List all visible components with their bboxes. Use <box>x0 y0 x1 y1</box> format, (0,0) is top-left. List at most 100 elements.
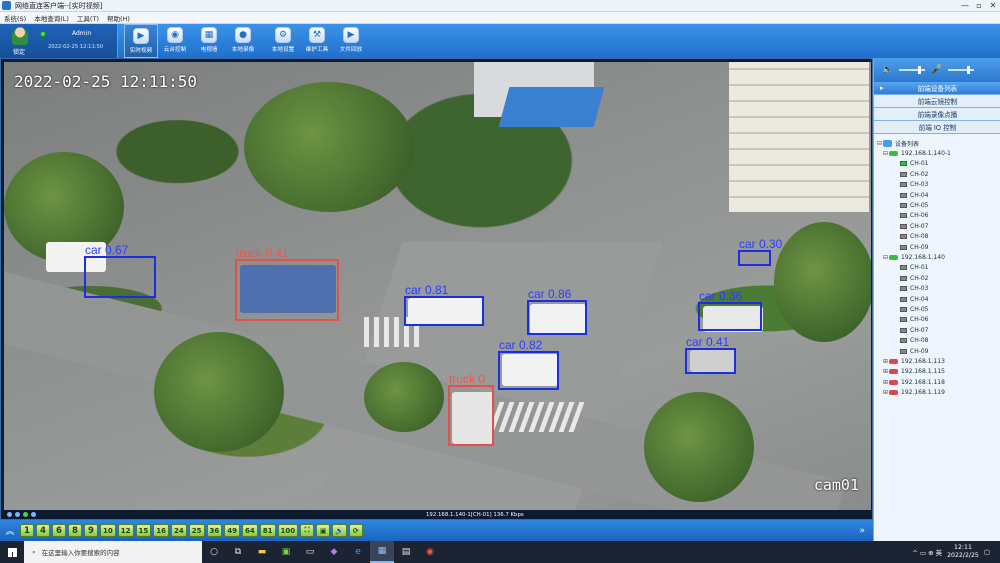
stream-info: 192.168.1.140-1[CH-01] 136.7 Kbps <box>426 511 524 518</box>
collapse-icon[interactable]: ⊟ <box>882 254 889 261</box>
channel-node[interactable]: CH-06 <box>876 315 1000 325</box>
section-record-playback[interactable]: 前端录像点播 <box>874 108 1000 121</box>
expand-icon[interactable]: ⊞ <box>882 389 889 396</box>
collapse-icon[interactable]: ⊟ <box>876 140 883 147</box>
menu-local-query[interactable]: 本地查询(L) <box>30 13 73 23</box>
taskbar-search[interactable]: ⌕ 在这里输入你要搜索的内容 <box>24 541 202 563</box>
split-1-button[interactable]: 1 <box>20 524 34 537</box>
refresh-icon[interactable]: ⟳ <box>348 524 363 537</box>
device-node[interactable]: ⊟ 192.168.1.140-1 <box>876 148 1000 158</box>
channel-node[interactable]: CH-04 <box>876 294 1000 304</box>
channel-node[interactable]: CH-05 <box>876 200 1000 210</box>
volume-slider[interactable] <box>899 66 926 74</box>
split-12-button[interactable]: 12 <box>117 524 134 537</box>
split-49-button[interactable]: 49 <box>224 524 240 537</box>
device-node[interactable]: ⊞ 192.168.1.115 <box>876 367 1000 377</box>
split-25-button[interactable]: 25 <box>188 524 205 537</box>
split-9-button[interactable]: 9 <box>84 524 98 537</box>
video-feed[interactable]: car 0.67 truck 0.41 car 0.81 car 0.86 ca… <box>4 62 871 510</box>
record-status-icon[interactable] <box>15 512 20 517</box>
channel-node[interactable]: CH-07 <box>876 325 1000 335</box>
expand-icon[interactable]: ⊞ <box>882 379 889 386</box>
snapshot-icon[interactable] <box>7 512 12 517</box>
toolbar-button-settings[interactable]: ⚙ 本地设置 <box>266 24 300 58</box>
section-device-list[interactable]: 前端设备列表 <box>874 82 1000 95</box>
section-ptz-control[interactable]: 前端云镜控制 <box>874 95 1000 108</box>
split-64-button[interactable]: 64 <box>242 524 258 537</box>
channel-node[interactable]: CH-02 <box>876 273 1000 283</box>
toolbar-button-record[interactable]: ● 本地录像 <box>226 24 260 58</box>
client-app-icon[interactable]: ▦ <box>370 541 394 563</box>
expand-icon[interactable]: ⊞ <box>882 358 889 365</box>
channel-node[interactable]: CH-09 <box>876 346 1000 356</box>
layout-icon[interactable]: ▣ <box>316 524 331 537</box>
maximize-button[interactable]: ▫ <box>972 1 986 10</box>
notification-icon[interactable]: ▢ <box>984 548 990 556</box>
device-node[interactable]: ⊞ 192.168.1.118 <box>876 377 1000 387</box>
menu-tools[interactable]: 工具(T) <box>73 13 103 23</box>
lock-label[interactable]: 锁定 <box>13 47 25 56</box>
device-node[interactable]: ⊞ 192.168.1.113 <box>876 356 1000 366</box>
visual-studio-icon[interactable]: ◆ <box>322 541 346 563</box>
channel-node[interactable]: CH-08 <box>876 335 1000 345</box>
split-4-button[interactable]: 4 <box>36 524 50 537</box>
channel-node[interactable]: CH-04 <box>876 190 1000 200</box>
cortana-icon[interactable]: ○ <box>202 541 226 563</box>
remote-desktop-icon[interactable]: ▤ <box>394 541 418 563</box>
channel-node[interactable]: CH-01 <box>876 263 1000 273</box>
split-100-button[interactable]: 100 <box>277 524 299 537</box>
menu-help[interactable]: 帮助(H) <box>103 13 134 23</box>
volume-icon[interactable]: 🔈 <box>882 65 893 75</box>
split-10-button[interactable]: 10 <box>100 524 116 537</box>
tray-icons[interactable]: ^ ▭ ⊕ 英 <box>912 547 942 557</box>
volume-icon[interactable]: 🔊 <box>332 524 347 537</box>
split-16-button[interactable]: 16 <box>153 524 169 537</box>
edge-icon[interactable]: e <box>346 541 370 563</box>
terminal-icon[interactable]: ▭ <box>298 541 322 563</box>
close-button[interactable]: ✕ <box>986 1 1000 10</box>
channel-node[interactable]: CH-05 <box>876 304 1000 314</box>
mic-slider[interactable] <box>948 66 975 74</box>
split-81-button[interactable]: 81 <box>259 524 276 537</box>
toolbar-button-playback[interactable]: ▶ 文件回放 <box>334 24 368 58</box>
split-24-button[interactable]: 24 <box>171 524 187 537</box>
channel-label: CH-07 <box>910 222 929 230</box>
chrome-icon[interactable]: ◉ <box>418 541 442 563</box>
collapse-up-icon[interactable]: ︽ <box>0 524 20 537</box>
windows-start-button[interactable] <box>0 547 24 557</box>
expand-icon[interactable]: ⊞ <box>882 368 889 375</box>
channel-node[interactable]: CH-01 <box>876 159 1000 169</box>
menu-system[interactable]: 系统(S) <box>0 13 30 23</box>
channel-node[interactable]: CH-08 <box>876 232 1000 242</box>
app-icon-green[interactable]: ▣ <box>274 541 298 563</box>
lock-user-icon[interactable] <box>12 27 28 45</box>
audio-status-icon[interactable] <box>23 512 28 517</box>
channel-node[interactable]: CH-02 <box>876 169 1000 179</box>
toolbar-button-video[interactable]: ▶ 实时视频 <box>124 24 158 58</box>
channel-node[interactable]: CH-06 <box>876 211 1000 221</box>
split-8-button[interactable]: 8 <box>68 524 82 537</box>
clock[interactable]: 12:11 2022/2/25 <box>947 544 979 560</box>
channel-node[interactable]: CH-03 <box>876 180 1000 190</box>
fullscreen-icon[interactable]: ⛶ <box>300 524 315 537</box>
split-15-button[interactable]: 15 <box>135 524 152 537</box>
channel-node[interactable]: CH-09 <box>876 242 1000 252</box>
toolbar-button-tv-wall[interactable]: ▦ 电视墙 <box>192 24 226 58</box>
channel-node[interactable]: CH-07 <box>876 221 1000 231</box>
section-io-control[interactable]: 前端 IO 控制 <box>874 121 1000 134</box>
collapse-icon[interactable]: ⊟ <box>882 150 889 157</box>
device-node[interactable]: ⊟ 192.168.1.140 <box>876 252 1000 262</box>
mic-icon[interactable]: 🎤 <box>931 65 942 75</box>
task-view-icon[interactable]: ⧉ <box>226 541 250 563</box>
settings-status-icon[interactable] <box>31 512 36 517</box>
split-36-button[interactable]: 36 <box>206 524 223 537</box>
tree-root[interactable]: ⊟ 设备列表 <box>876 138 1000 148</box>
minimize-button[interactable]: — <box>958 1 972 10</box>
file-explorer-icon[interactable]: ▬ <box>250 541 274 563</box>
device-node[interactable]: ⊞ 192.168.1.119 <box>876 387 1000 397</box>
channel-node[interactable]: CH-03 <box>876 283 1000 293</box>
expand-right-icon[interactable]: » <box>859 526 865 536</box>
toolbar-button-tools[interactable]: ⚒ 维护工具 <box>300 24 334 58</box>
toolbar-button-ptz[interactable]: ◉ 云台控制 <box>158 24 192 58</box>
split-6-button[interactable]: 6 <box>52 524 66 537</box>
